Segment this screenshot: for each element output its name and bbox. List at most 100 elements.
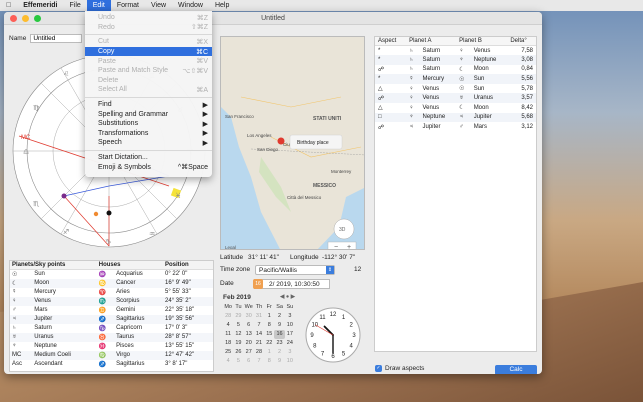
calendar-day[interactable]: 1 <box>264 312 274 321</box>
calendar-day[interactable]: 18 <box>223 339 233 348</box>
calendar-day[interactable]: 21 <box>254 339 264 348</box>
table-row[interactable]: ☉ Sun ♒ Acquarius 0° 22' 0" <box>10 270 213 279</box>
calendar-day[interactable]: 8 <box>264 357 274 366</box>
table-row[interactable]: △ ♀ Venus ☉ Sun 5,78 <box>375 84 536 94</box>
calendar-day[interactable]: 4 <box>223 357 233 366</box>
table-row[interactable]: MC Medium Coeli ♍ Virgo 12° 47' 42" <box>10 350 213 360</box>
table-row[interactable]: Asc Ascendant ♐ Sagittarius 3° 8' 17" <box>10 360 213 369</box>
calendar-day[interactable]: 25 <box>223 348 233 357</box>
timezone-select[interactable]: Pacific/Wallis ⇕ <box>255 265 335 275</box>
apple-icon[interactable]:  <box>0 0 17 11</box>
calendar-day[interactable]: 29 <box>233 312 243 321</box>
calendar-day[interactable]: 17 <box>285 330 295 339</box>
col-aspect[interactable]: Aspect <box>375 37 407 46</box>
calendar-day[interactable]: 13 <box>244 330 254 339</box>
minimize-button[interactable] <box>22 15 29 22</box>
menu-item-select-all[interactable]: Select All ⌘A <box>85 85 212 95</box>
menu-format[interactable]: Format <box>111 0 145 11</box>
draw-aspects-checkbox[interactable]: ✓ Draw aspects <box>375 365 424 372</box>
table-row[interactable]: ♆ Neptune ♓ Pisces 13° 55' 15" <box>10 342 213 351</box>
table-row[interactable]: ♃ Jupiter ♐ Sagittarius 19° 35' 56" <box>10 314 213 324</box>
calendar-day[interactable]: 2 <box>274 312 284 321</box>
col-planet-a[interactable]: Planet A <box>406 37 457 46</box>
calendar-day[interactable]: 7 <box>254 321 264 330</box>
calendar-day[interactable]: 31 <box>254 312 264 321</box>
calendar-day[interactable]: 30 <box>244 312 254 321</box>
table-row[interactable]: * ♄ Saturn ♆ Neptune 3,08 <box>375 55 536 65</box>
menu-item-redo[interactable]: Redo ⇧⌘Z <box>85 23 212 33</box>
table-row[interactable]: ♂ Mars ♊ Gemini 22° 35' 18" <box>10 306 213 315</box>
menu-item-find[interactable]: Find ▶ <box>85 100 212 110</box>
calendar-day[interactable]: 3 <box>285 348 295 357</box>
menu-item-spelling-and-grammar[interactable]: Spelling and Grammar ▶ <box>85 109 212 119</box>
map-view[interactable]: STATI UNITI San Francisco Los Angeles Sa… <box>220 36 365 250</box>
calendar-day[interactable]: 28 <box>223 312 233 321</box>
menu-item-undo[interactable]: Undo ⌘Z <box>85 13 212 23</box>
calendar-nav-icon[interactable]: ◀ ● ▶ <box>280 294 295 301</box>
calendar-day[interactable]: 9 <box>274 321 284 330</box>
table-row[interactable]: * ☿ Mercury ☉ Sun 5,56 <box>375 74 536 84</box>
menu-item-copy[interactable]: Copy ⌘C <box>85 46 212 57</box>
col-planets[interactable]: Planets/Sky points <box>10 261 97 270</box>
map-3d-label[interactable]: 3D <box>339 227 346 233</box>
col-houses[interactable]: Houses <box>96 261 164 270</box>
menu-item-paste[interactable]: Paste ⌘V <box>85 56 212 66</box>
date-field[interactable]: 2/ 2019, 10:30:50 <box>254 279 330 289</box>
calendar-day[interactable]: 6 <box>244 321 254 330</box>
name-field[interactable] <box>30 34 83 43</box>
menu-item-transformations[interactable]: Transformations ▶ <box>85 129 212 139</box>
calendar-day[interactable]: 27 <box>244 348 254 357</box>
table-row[interactable]: ♀ Venus ♏ Scorpius 24° 35' 2" <box>10 296 213 306</box>
table-row[interactable]: ♅ Uranus ♉ Taurus 28° 8' 57" <box>10 332 213 342</box>
menu-file[interactable]: File <box>63 0 86 11</box>
menu-item-substitutions[interactable]: Substitutions ▶ <box>85 119 212 129</box>
table-row[interactable]: □ ♆ Neptune ♃ Jupiter 5,68 <box>375 112 536 123</box>
calendar-day[interactable]: 6 <box>244 357 254 366</box>
calendar-day[interactable]: 11 <box>223 330 233 339</box>
close-button[interactable] <box>10 15 17 22</box>
calendar-day[interactable]: 12 <box>233 330 243 339</box>
app-menu[interactable]: Effemeridi <box>17 0 63 11</box>
calendar-day[interactable]: 10 <box>285 357 295 366</box>
table-row[interactable]: ♄ Saturn ♑ Capricorn 17° 0' 3" <box>10 324 213 333</box>
calendar-day[interactable]: 26 <box>233 348 243 357</box>
calendar-day[interactable]: 28 <box>254 348 264 357</box>
calendar-day[interactable]: 9 <box>274 357 284 366</box>
menu-window[interactable]: Window <box>172 0 209 11</box>
menu-help[interactable]: Help <box>209 0 235 11</box>
calendar-day[interactable]: 14 <box>254 330 264 339</box>
calendar-day[interactable]: 2 <box>274 348 284 357</box>
table-row[interactable]: ☿ Mercury ♈ Aries 5° 55' 33" <box>10 288 213 297</box>
calendar-day[interactable]: 7 <box>254 357 264 366</box>
col-position[interactable]: Position <box>163 261 213 270</box>
calendar-day[interactable]: 3 <box>285 312 295 321</box>
calendar-day[interactable]: 5 <box>233 321 243 330</box>
map-legal-link[interactable]: Legal <box>225 245 236 250</box>
calendar-day[interactable]: 5 <box>233 357 243 366</box>
menu-view[interactable]: View <box>145 0 172 11</box>
table-row[interactable]: ☍ ♄ Saturn ☾ Moon 0,84 <box>375 65 536 75</box>
menu-item-speech[interactable]: Speech ▶ <box>85 138 212 148</box>
table-row[interactable]: ☍ ♃ Jupiter ♂ Mars 3,12 <box>375 122 536 132</box>
calendar-day[interactable]: 15 <box>264 330 274 339</box>
menu-item-paste-and-match-style[interactable]: Paste and Match Style ⌥⇧⌘V <box>85 66 212 76</box>
calendar-day[interactable]: 19 <box>233 339 243 348</box>
calendar-day[interactable]: 1 <box>264 348 274 357</box>
calendar-day[interactable]: 8 <box>264 321 274 330</box>
menu-item-delete[interactable]: Delete <box>85 76 212 86</box>
menu-item-emoji-symbols[interactable]: Emoji & Symbols ^⌘Space <box>85 162 212 172</box>
zoom-button[interactable] <box>34 15 41 22</box>
table-row[interactable]: * ♄ Saturn ♀ Venus 7,58 <box>375 46 536 56</box>
calendar-day[interactable]: 4 <box>223 321 233 330</box>
calendar-day[interactable]: 24 <box>285 339 295 348</box>
zoom-in-icon[interactable]: + <box>347 244 351 250</box>
menu-item-start-dictation[interactable]: Start Dictation... <box>85 153 212 163</box>
menu-edit[interactable]: Edit <box>86 0 111 11</box>
col-planet-b[interactable]: Planet B <box>456 37 508 46</box>
calendar-day[interactable]: 16 <box>274 330 285 339</box>
date-day-badge[interactable]: 16 <box>253 279 263 289</box>
calendar-day[interactable]: 10 <box>285 321 295 330</box>
calendar-day[interactable]: 23 <box>274 339 284 348</box>
zoom-out-icon[interactable]: − <box>334 244 338 250</box>
menu-item-cut[interactable]: Cut ⌘X <box>85 37 212 47</box>
